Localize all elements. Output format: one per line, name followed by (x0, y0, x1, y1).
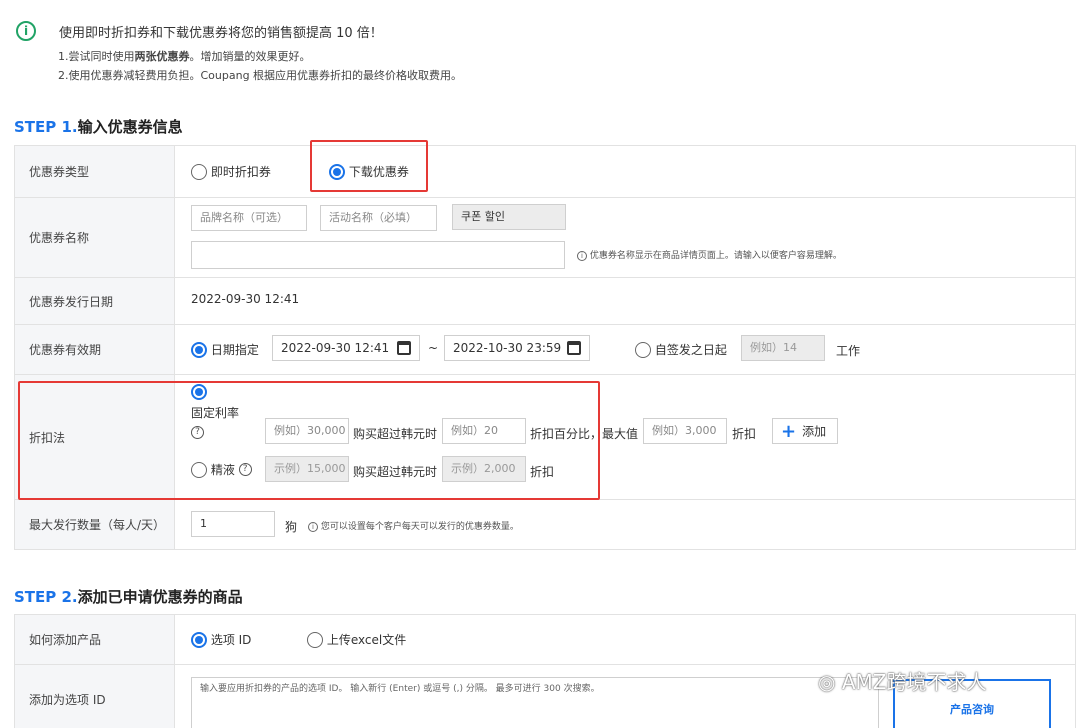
row-how-to-add: 如何添加产品 选项 ID 上传excel文件 (14, 614, 1076, 665)
wechat-icon: ◎ (818, 670, 842, 694)
radio-upload-excel[interactable]: 上传excel文件 (307, 631, 406, 648)
max-issue-unit: 狗 (285, 520, 298, 534)
end-date-input[interactable]: 2022-10-30 23:59 (444, 335, 590, 361)
label-coupon-name: 优惠券名称 (14, 197, 175, 278)
label-max-issue: 最大发行数量（每人/天） (14, 499, 175, 550)
watermark: ◎ AMZ跨境不求人 (818, 670, 987, 694)
label-coupon-type: 优惠券类型 (14, 145, 175, 198)
option-id-textarea[interactable]: 输入要应用折扣券的产品的选项 ID。 输入新行 (Enter) 或逗号 (,) … (191, 677, 879, 728)
coupon-name-hint: i 优惠券名称显示在商品详情页面上。请输入以便客户容易理解。 (577, 248, 842, 261)
info-icon: i (16, 21, 36, 41)
highlight-discount-method (18, 381, 600, 500)
coupon-name-input[interactable] (191, 241, 565, 269)
max-issue-input[interactable]: 1 (191, 511, 275, 537)
event-name-input[interactable]: 活动名称（必填） (320, 205, 437, 231)
discount-word: 折扣 (732, 427, 757, 441)
coupon-discount-fixed: 쿠폰 할인 (452, 204, 566, 230)
notice-title: 使用即时折扣券和下载优惠券将您的销售额提高 10 倍！ (59, 26, 383, 41)
notice-line-2: 2.使用优惠券减轻费用负担。Coupang 根据应用优惠券折扣的最终价格收取费用… (58, 69, 463, 82)
brand-name-input[interactable]: 品牌名称（可选） (191, 205, 307, 231)
date-separator: ~ (428, 341, 439, 355)
start-date-input[interactable]: 2022-09-30 12:41 (272, 335, 420, 361)
max-issue-hint: i 您可以设置每个客户每天可以发行的优惠券数量。 (308, 519, 519, 532)
info-icon-small: i (577, 250, 587, 261)
row-validity: 优惠券有效期 日期指定 2022-09-30 12:41 ~ 2022-10-3… (14, 324, 1076, 375)
radio-instant-coupon[interactable]: 即时折扣券 (191, 163, 271, 180)
label-validity: 优惠券有效期 (14, 324, 175, 375)
radio-date-specified[interactable]: 日期指定 (191, 341, 259, 358)
calendar-icon[interactable] (397, 341, 411, 355)
radio-from-issue[interactable]: 自签发之日起 (635, 341, 727, 358)
info-icon-small: i (308, 521, 318, 532)
row-coupon-name: 优惠券名称 品牌名称（可选） 活动名称（必填） 쿠폰 할인 i 优惠券名称显示在… (14, 197, 1076, 278)
calendar-icon[interactable] (567, 341, 581, 355)
issue-date-value: 2022-09-30 12:41 (191, 292, 300, 306)
days-unit: 工作 (836, 344, 861, 358)
row-coupon-type: 优惠券类型 即时折扣券 下载优惠券 (14, 140, 1076, 198)
notice-line-1: 1.尝试同时使用两张优惠券。增加销量的效果更好。 (58, 50, 311, 63)
label-issue-date: 优惠券发行日期 (14, 277, 175, 325)
days-input[interactable]: 例如）14 (741, 335, 825, 361)
max-discount-input[interactable]: 例如）3,000 (643, 418, 727, 444)
add-button[interactable]: + 添加 (772, 418, 838, 444)
row-issue-date: 优惠券发行日期 2022-09-30 12:41 (14, 277, 1076, 325)
step1-title: STEP 1.输入优惠券信息 (14, 118, 183, 136)
label-how-to-add: 如何添加产品 (14, 614, 175, 665)
plus-icon: + (781, 420, 797, 442)
label-add-option-id: 添加为选项 ID (14, 664, 175, 728)
row-max-issue: 最大发行数量（每人/天） 1 狗 i 您可以设置每个客户每天可以发行的优惠券数量… (14, 499, 1076, 550)
step2-title: STEP 2.添加已申请优惠券的商品 (14, 588, 243, 606)
highlight-download-coupon (310, 140, 428, 192)
radio-option-id[interactable]: 选项 ID (191, 631, 251, 648)
